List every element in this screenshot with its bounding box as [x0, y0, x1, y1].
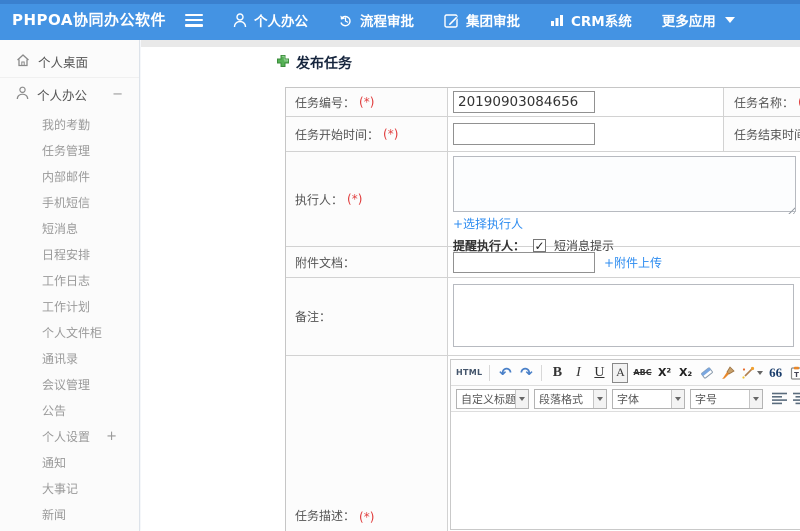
sidebar-item-work-plan[interactable]: 工作计划 — [0, 293, 139, 319]
editor-content-area[interactable] — [451, 412, 800, 529]
caret-down-icon — [671, 389, 684, 408]
row-task-number: 任务编号：(*) 任务名称：(*) — [286, 88, 800, 116]
executor-textarea[interactable] — [453, 156, 796, 212]
row-executor: 执行人： (*) +选择执行人 提醒执行人： ✓ 短消息提示 — [286, 151, 800, 253]
sidebar-item-announcement[interactable]: 公告 — [0, 397, 139, 423]
editor-toolbar-row1: HTML ↶ ↷ B I U A ABC X² X₂ 66 T — [451, 360, 800, 386]
page-title: 发布任务 — [276, 53, 352, 73]
start-time-label: 任务开始时间： (*) — [286, 117, 448, 151]
top-header: PHPOA协同办公软件 个人办公 流程审批 集团审批 CRM系统 更多应用 — [0, 0, 800, 40]
nav-group-approval[interactable]: 集团审批 — [444, 10, 520, 30]
underline-button[interactable]: U — [591, 363, 607, 383]
task-form: 任务编号：(*) 任务名称：(*) 任务开始时间：(*) 任务结束时间： — [285, 87, 800, 531]
add-task-icon — [276, 54, 290, 72]
paragraph-format-select[interactable]: 段落格式 — [534, 388, 607, 409]
attachment-label: 附件文档： — [286, 247, 448, 277]
task-number-label: 任务编号： (*) — [286, 88, 448, 116]
bar-chart-icon — [550, 13, 564, 27]
caret-down-icon — [515, 389, 528, 408]
auto-format-wand-icon[interactable] — [741, 363, 763, 383]
caret-down-icon — [724, 17, 735, 23]
top-nav: 个人办公 流程审批 集团审批 CRM系统 更多应用 — [185, 0, 735, 40]
remark-label: 备注： — [286, 278, 448, 355]
sidebar-item-task-management[interactable]: 任务管理 — [0, 137, 139, 163]
sidebar-item-memorabilia[interactable]: 大事记 — [0, 475, 139, 501]
sidebar-item-short-message[interactable]: 短消息 — [0, 215, 139, 241]
task-number-input[interactable] — [453, 91, 595, 113]
home-icon — [16, 53, 30, 70]
sidebar-item-desktop[interactable]: 个人桌面 — [0, 45, 139, 78]
sidebar-item-internal-mail[interactable]: 内部邮件 — [0, 163, 139, 189]
start-time-input[interactable] — [453, 123, 595, 145]
format-brush-icon[interactable] — [720, 363, 736, 383]
superscript-button[interactable]: X² — [657, 363, 673, 383]
sidebar: 个人桌面 个人办公 − 我的考勤 任务管理 内部邮件 手机短信 短消息 日程安排… — [0, 40, 140, 531]
expand-plus-icon[interactable]: + — [106, 429, 117, 444]
blockquote-button[interactable]: 66 — [768, 363, 784, 383]
sidebar-item-notice[interactable]: 通知 — [0, 449, 139, 475]
task-name-label: 任务名称：(*) — [724, 88, 800, 116]
content-top-strip — [141, 40, 800, 47]
hamburger-menu-icon[interactable] — [185, 13, 203, 27]
main-content: 发布任务 任务编号：(*) 任务名称：(*) 任务开始时间：(*) — [141, 40, 800, 531]
html-source-button[interactable]: HTML — [456, 363, 482, 383]
sidebar-item-attendance[interactable]: 我的考勤 — [0, 111, 139, 137]
sidebar-item-personal-settings[interactable]: 个人设置 + — [0, 423, 139, 449]
description-label: 任务描述： (*) — [286, 356, 448, 531]
process-history-icon — [338, 13, 353, 28]
sidebar-group-personal-office[interactable]: 个人办公 − — [0, 78, 139, 111]
editor-toolbar-row2: 自定义标题 段落格式 字体 字号 — [451, 386, 800, 412]
caret-down-icon — [593, 389, 606, 408]
row-start-time: 任务开始时间：(*) 任务结束时间：(*) — [286, 116, 800, 151]
bold-button[interactable]: B — [549, 363, 565, 383]
attachment-upload-link[interactable]: +附件上传 — [604, 254, 662, 271]
row-attachment: 附件文档： +附件上传 — [286, 246, 800, 277]
person-icon — [233, 12, 247, 28]
custom-heading-select[interactable]: 自定义标题 — [456, 388, 529, 409]
row-description: 任务描述： (*) HTML ↶ ↷ B I U A ABC X² X₂ 66 … — [286, 355, 800, 531]
end-time-label: 任务结束时间：(*) — [724, 117, 800, 151]
rich-text-editor: HTML ↶ ↷ B I U A ABC X² X₂ 66 T 自定义标题 段落… — [450, 359, 800, 530]
nav-process-approval[interactable]: 流程审批 — [338, 10, 414, 30]
collapse-minus-icon[interactable]: − — [112, 87, 123, 102]
row-remark: 备注： — [286, 277, 800, 355]
paste-text-icon[interactable]: T — [789, 363, 800, 383]
sidebar-item-news[interactable]: 新闻 — [0, 501, 139, 527]
eraser-icon[interactable] — [699, 363, 715, 383]
sidebar-item-schedule[interactable]: 日程安排 — [0, 241, 139, 267]
sidebar-item-sms[interactable]: 手机短信 — [0, 189, 139, 215]
attachment-input[interactable] — [453, 251, 595, 273]
executor-label: 执行人： (*) — [286, 152, 448, 246]
subscript-button[interactable]: X₂ — [678, 363, 694, 383]
app-logo: PHPOA协同办公软件 — [12, 11, 166, 29]
font-family-select[interactable]: 字体 — [612, 388, 685, 409]
italic-button[interactable]: I — [570, 363, 586, 383]
undo-icon[interactable]: ↶ — [497, 363, 513, 383]
sidebar-item-work-log[interactable]: 工作日志 — [0, 267, 139, 293]
align-left-icon[interactable] — [772, 392, 787, 405]
redo-icon[interactable]: ↷ — [518, 363, 534, 383]
caret-down-icon — [749, 389, 762, 408]
svg-text:T: T — [794, 371, 799, 379]
sidebar-item-meeting[interactable]: 会议管理 — [0, 371, 139, 397]
nav-crm-system[interactable]: CRM系统 — [550, 10, 632, 30]
sidebar-item-file-cabinet[interactable]: 个人文件柜 — [0, 319, 139, 345]
font-size-select[interactable]: 字号 — [690, 388, 763, 409]
align-center-icon[interactable] — [793, 392, 800, 405]
caret-down-icon — [756, 370, 763, 375]
remark-textarea[interactable] — [453, 284, 794, 347]
char-border-button[interactable]: A — [612, 362, 629, 383]
nav-personal-office[interactable]: 个人办公 — [233, 10, 308, 30]
app-window: PHPOA协同办公软件 个人办公 流程审批 集团审批 CRM系统 更多应用 个人… — [0, 0, 800, 531]
sidebar-item-contacts[interactable]: 通讯录 — [0, 345, 139, 371]
nav-more-apps[interactable]: 更多应用 — [662, 10, 735, 30]
person-icon — [16, 86, 29, 103]
choose-executor-link[interactable]: +选择执行人 — [453, 217, 523, 231]
edit-icon — [444, 13, 459, 28]
strikethrough-button[interactable]: ABC — [633, 363, 651, 383]
